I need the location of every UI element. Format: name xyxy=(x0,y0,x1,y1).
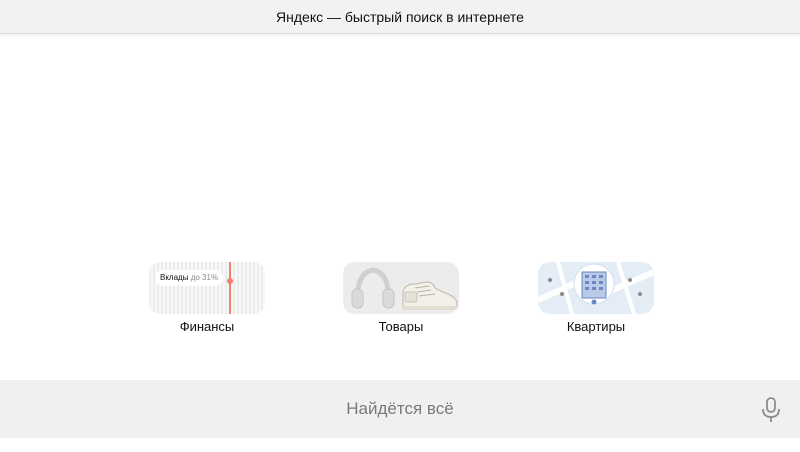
building-map-icon xyxy=(538,262,654,314)
headphones-icon xyxy=(351,267,395,309)
deposit-badge-text: Вклады xyxy=(160,273,189,282)
rate-marker xyxy=(227,262,233,314)
tile-finance[interactable]: Вклады до 31% Финансы xyxy=(149,262,265,334)
microphone-icon[interactable] xyxy=(760,396,782,424)
search-bar xyxy=(0,380,800,438)
headphones-sneaker-icon xyxy=(343,262,459,314)
deposit-badge: Вклады до 31% xyxy=(155,270,224,286)
tile-goods[interactable]: Товары xyxy=(343,262,459,334)
sneaker-icon xyxy=(402,281,458,310)
tile-flats[interactable]: Квартиры xyxy=(538,262,654,334)
search-input[interactable] xyxy=(98,388,702,430)
window-title: Яндекс — быстрый поиск в интернете xyxy=(276,8,524,25)
tile-finance-label: Финансы xyxy=(179,319,235,334)
finance-chart-icon: Вклады до 31% xyxy=(149,262,265,314)
deposit-badge-rate: до 31% xyxy=(190,273,219,282)
service-tiles: Вклады до 31% Финансы Товары Квартиры xyxy=(0,262,800,342)
window-title-bar: Яндекс — быстрый поиск в интернете xyxy=(0,0,800,34)
tile-flats-label: Квартиры xyxy=(566,319,626,334)
tile-goods-label: Товары xyxy=(378,319,424,334)
